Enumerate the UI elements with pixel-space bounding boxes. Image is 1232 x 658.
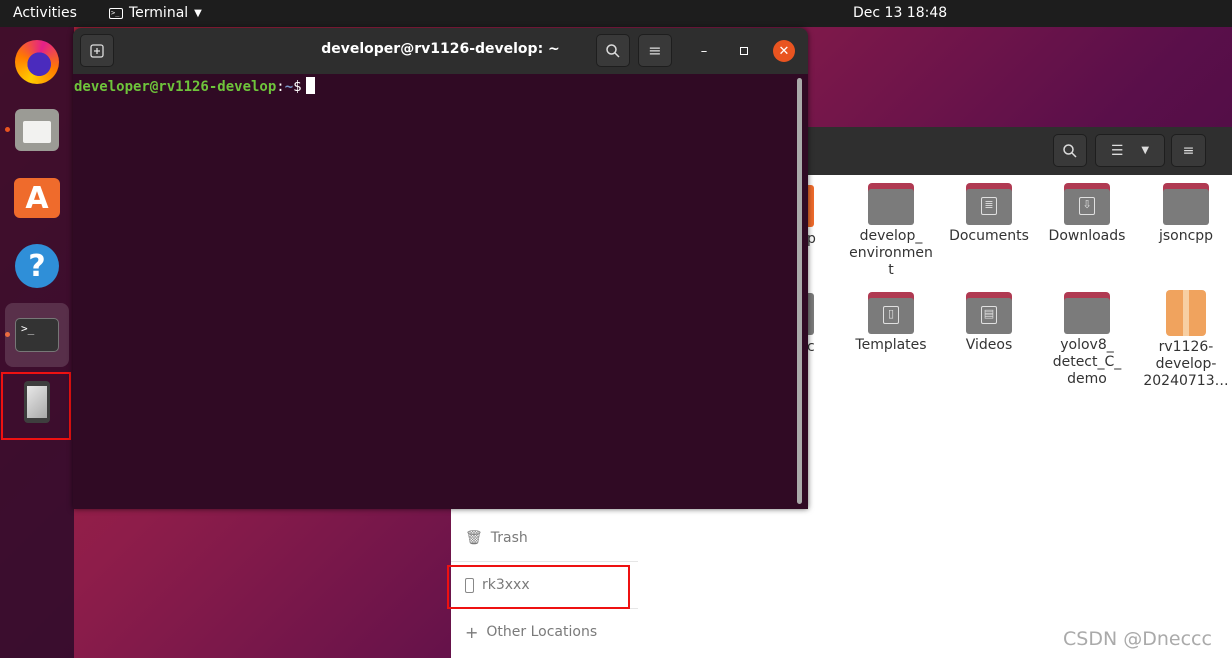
software-store-icon: A: [14, 178, 60, 218]
caret-down-icon: ▼: [194, 7, 202, 19]
hamburger-menu-icon: ≡: [648, 41, 662, 60]
highlight-box: [447, 565, 630, 609]
folder-icon: [1163, 183, 1209, 225]
folder-videos[interactable]: ▤ Videos: [941, 292, 1037, 354]
folder-develop-environment[interactable]: develop_ environmen t: [843, 183, 939, 279]
sidebar-item-label: Other Locations: [486, 624, 598, 640]
folder-templates[interactable]: ▯ Templates: [843, 292, 939, 354]
folder-label: Downloads: [1048, 228, 1126, 244]
file-rv1126-develop-archive[interactable]: rv1126- develop- 20240713…: [1138, 290, 1232, 390]
close-button[interactable]: ✕: [773, 40, 795, 62]
partial-label: p: [807, 231, 816, 247]
sidebar-item-other-locations[interactable]: + Other Locations: [465, 622, 597, 642]
dock-item-firefox[interactable]: [5, 30, 69, 94]
dock-item-files[interactable]: [5, 98, 69, 162]
folder-label: develop_ environmen t: [849, 228, 933, 278]
hamburger-menu-icon: ≡: [1182, 142, 1195, 159]
dock-item-terminal[interactable]: >_: [5, 303, 69, 367]
clock[interactable]: Dec 13 18:48: [853, 5, 947, 21]
files-content-area-lower: [638, 508, 807, 658]
terminal-icon: >_: [15, 318, 59, 352]
maximize-button[interactable]: [733, 40, 755, 62]
folder-label: yolov8_ detect_C_ demo: [1052, 337, 1122, 387]
files-search-button[interactable]: [1053, 134, 1087, 167]
folder-downloads[interactable]: ⇩ Downloads: [1039, 183, 1135, 245]
top-bar: Activities >_ Terminal ▼ Dec 13 18:48: [0, 0, 1232, 27]
list-view-icon: ☰: [1110, 142, 1124, 159]
prompt-path: ~: [284, 79, 294, 95]
prompt-end: $: [293, 79, 302, 95]
files-icon: [15, 109, 59, 151]
folder-label: jsoncpp: [1158, 228, 1214, 244]
plus-icon: +: [465, 622, 479, 642]
videos-folder-icon: ▤: [966, 292, 1012, 334]
sidebar-divider: [451, 561, 638, 562]
terminal-menu-button[interactable]: ≡: [638, 34, 672, 67]
folder-label: Documents: [949, 228, 1029, 244]
terminal-window: developer@rv1126-develop: ~ ≡ – ✕ develo…: [73, 28, 808, 509]
firefox-icon: [15, 40, 59, 84]
package-icon: [1166, 290, 1206, 336]
minimize-button[interactable]: –: [693, 40, 715, 62]
partial-folder-icon: [807, 293, 814, 335]
folder-label: Videos: [965, 337, 1013, 353]
search-icon: [606, 43, 620, 58]
partial-folder-icon: [807, 185, 814, 227]
prompt-user: developer@rv1126-develop: [74, 79, 277, 95]
shell-prompt: developer@rv1126-develop:~$: [74, 77, 315, 95]
activities-button[interactable]: Activities: [13, 5, 77, 21]
sidebar-item-trash[interactable]: 🗑 Trash: [465, 528, 528, 548]
highlight-box: [1, 372, 71, 440]
maximize-icon: [740, 47, 748, 55]
chevron-down-icon: ▼: [1141, 145, 1150, 156]
folder-jsoncpp[interactable]: jsoncpp: [1138, 183, 1232, 245]
dock-item-software[interactable]: A: [5, 166, 69, 230]
close-icon: ✕: [778, 43, 790, 59]
minimize-icon: –: [700, 43, 708, 59]
watermark: CSDN @Dneccc: [1063, 628, 1212, 650]
files-header-bar: ☰ ▼ ≡: [807, 127, 1232, 175]
file-label: rv1126- develop- 20240713…: [1143, 339, 1229, 389]
terminal-header-bar: developer@rv1126-develop: ~ ≡ – ✕: [73, 28, 808, 74]
folder-label: Templates: [855, 337, 927, 353]
dock-item-help[interactable]: ?: [5, 234, 69, 298]
templates-folder-icon: ▯: [868, 292, 914, 334]
terminal-icon: >_: [109, 7, 123, 19]
folder-documents[interactable]: ≣ Documents: [941, 183, 1037, 245]
help-icon: ?: [15, 244, 59, 288]
files-content-area: p c develop_ environmen t ≣ Documents ⇩ …: [807, 175, 1232, 658]
documents-folder-icon: ≣: [966, 183, 1012, 225]
files-menu-button[interactable]: ≡: [1171, 134, 1206, 167]
terminal-search-button[interactable]: [596, 34, 630, 67]
prompt-separator: :: [276, 79, 285, 95]
text-cursor: [305, 77, 315, 94]
app-menu-label: Terminal: [129, 5, 189, 21]
partial-label: c: [807, 339, 815, 355]
downloads-folder-icon: ⇩: [1064, 183, 1110, 225]
folder-yolov8-detect-c-demo[interactable]: yolov8_ detect_C_ demo: [1039, 292, 1135, 388]
search-icon: [1063, 143, 1077, 158]
terminal-content[interactable]: developer@rv1126-develop:~$: [73, 74, 808, 509]
terminal-scrollbar[interactable]: [797, 78, 802, 504]
sidebar-item-label: Trash: [490, 530, 528, 546]
folder-icon: [1064, 292, 1110, 334]
trash-icon: 🗑: [465, 530, 483, 546]
folder-icon: [868, 183, 914, 225]
app-menu[interactable]: >_ Terminal ▼: [109, 5, 202, 21]
dock: A ? >_: [0, 27, 74, 658]
view-options-button[interactable]: ☰ ▼: [1095, 134, 1165, 167]
